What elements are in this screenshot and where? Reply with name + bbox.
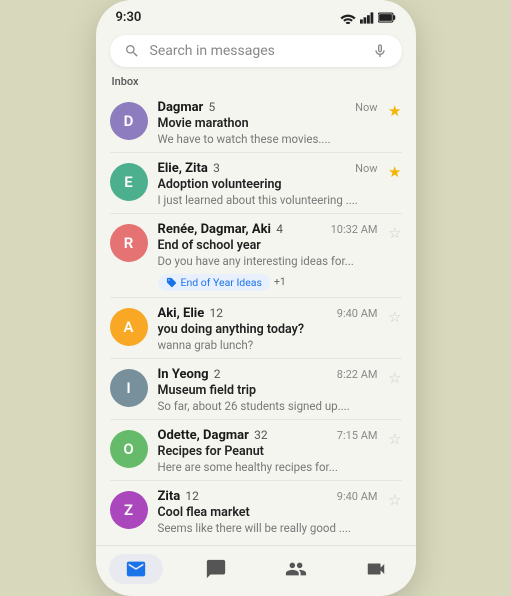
msg-subject-in-yeong: Museum field trip: [158, 383, 378, 398]
msg-preview-elie-zita: I just learned about this volunteering .…: [158, 193, 378, 207]
msg-sender-renee-dagmar-aki: Renée, Dagmar, Aki 4: [158, 222, 283, 237]
msg-count-elie-zita: 3: [213, 161, 220, 175]
spaces-icon: [285, 558, 307, 580]
star-icon-elie-zita[interactable]: ★: [388, 163, 401, 181]
msg-sender-aki-elie: Aki, Elie 12: [158, 306, 224, 321]
msg-content-elie-zita: Elie, Zita 3 Now Adoption volunteeringI ju…: [158, 161, 378, 207]
message-list: D Dagmar 5 Now Movie marathonWe have to wat…: [96, 92, 416, 541]
avatar-renee-dagmar-aki: R: [110, 224, 148, 262]
msg-preview-renee-dagmar-aki: Do you have any interesting ideas for...: [158, 254, 378, 268]
avatar-aki-elie: A: [110, 308, 148, 346]
message-item-in-yeong[interactable]: I In Yeong 2 8:22 AM Museum field tripSo fa…: [96, 359, 416, 419]
inbox-label: Inbox: [96, 75, 416, 92]
meet-icon: [365, 558, 387, 580]
star-icon-in-yeong[interactable]: ☆: [388, 369, 401, 387]
msg-content-odette-dagmar: Odette, Dagmar 32 7:15 AM Recipes for Pean…: [158, 428, 378, 474]
msg-count-odette-dagmar: 32: [254, 428, 268, 442]
msg-preview-dagmar: We have to watch these movies....: [158, 132, 378, 146]
msg-content-zita: Zita 12 9:40 AM Cool flea marketSeems like…: [158, 489, 378, 535]
phone-frame: 9:30 Sea: [96, 0, 416, 596]
mail-icon: [125, 558, 147, 580]
avatar-elie-zita: E: [110, 163, 148, 201]
message-item-dagmar[interactable]: D Dagmar 5 Now Movie marathonWe have to wat…: [96, 92, 416, 152]
msg-time-elie-zita: Now: [355, 162, 377, 175]
msg-chip-renee-dagmar-aki[interactable]: End of Year Ideas: [158, 274, 270, 291]
msg-preview-in-yeong: So far, about 26 students signed up....: [158, 399, 378, 413]
search-bar[interactable]: Search in messages: [110, 35, 402, 67]
msg-content-aki-elie: Aki, Elie 12 9:40 AM you doing anything to…: [158, 306, 378, 352]
bottom-nav: [96, 545, 416, 588]
msg-preview-odette-dagmar: Here are some healthy recipes for...: [158, 460, 378, 474]
msg-preview-zita: Seems like there will be really good ...…: [158, 521, 378, 535]
message-item-elie-zita[interactable]: E Elie, Zita 3 Now Adoption volunteeringI j…: [96, 153, 416, 213]
msg-time-odette-dagmar: 7:15 AM: [337, 429, 378, 442]
avatar-dagmar: D: [110, 102, 148, 140]
status-bar: 9:30: [96, 0, 416, 31]
status-icons: [340, 12, 396, 24]
msg-time-aki-elie: 9:40 AM: [337, 307, 378, 320]
msg-time-zita: 9:40 AM: [337, 490, 378, 503]
avatar-in-yeong: I: [110, 369, 148, 407]
msg-count-renee-dagmar-aki: 4: [276, 222, 283, 236]
msg-subject-renee-dagmar-aki: End of school year: [158, 238, 378, 253]
star-icon-aki-elie[interactable]: ☆: [388, 308, 401, 326]
msg-sender-elie-zita: Elie, Zita 3: [158, 161, 220, 176]
msg-content-dagmar: Dagmar 5 Now Movie marathonWe have to watc…: [158, 100, 378, 146]
msg-subject-zita: Cool flea market: [158, 505, 378, 520]
nav-item-meet[interactable]: [349, 554, 403, 584]
battery-icon: [378, 12, 396, 23]
msg-time-in-yeong: 8:22 AM: [337, 368, 378, 381]
nav-item-chat[interactable]: [189, 554, 243, 584]
search-icon: [124, 43, 140, 59]
signal-icon: [360, 12, 374, 24]
msg-count-dagmar: 5: [209, 100, 216, 114]
msg-count-zita: 12: [185, 489, 199, 503]
chat-icon: [205, 558, 227, 580]
msg-content-renee-dagmar-aki: Renée, Dagmar, Aki 4 10:32 AM End of schoo…: [158, 222, 378, 291]
avatar-zita: Z: [110, 491, 148, 529]
nav-item-spaces[interactable]: [269, 554, 323, 584]
star-icon-zita[interactable]: ☆: [388, 491, 401, 509]
star-icon-dagmar[interactable]: ★: [388, 102, 401, 120]
msg-sender-odette-dagmar: Odette, Dagmar 32: [158, 428, 268, 443]
msg-preview-aki-elie: wanna grab lunch?: [158, 338, 378, 352]
star-icon-odette-dagmar[interactable]: ☆: [388, 430, 401, 448]
search-placeholder-text: Search in messages: [150, 43, 372, 59]
message-item-odette-dagmar[interactable]: O Odette, Dagmar 32 7:15 AM Recipes for Pea…: [96, 420, 416, 480]
msg-subject-dagmar: Movie marathon: [158, 116, 378, 131]
star-icon-renee-dagmar-aki[interactable]: ☆: [388, 224, 401, 242]
mic-icon[interactable]: [372, 43, 388, 59]
nav-item-mail[interactable]: [109, 554, 163, 584]
msg-subject-odette-dagmar: Recipes for Peanut: [158, 444, 378, 459]
msg-content-in-yeong: In Yeong 2 8:22 AM Museum field tripSo far…: [158, 367, 378, 413]
msg-sender-dagmar: Dagmar 5: [158, 100, 216, 115]
avatar-odette-dagmar: O: [110, 430, 148, 468]
message-item-zita[interactable]: Z Zita 12 9:40 AM Cool flea marketSeems lik…: [96, 481, 416, 541]
msg-sender-zita: Zita 12: [158, 489, 199, 504]
msg-count-in-yeong: 2: [214, 367, 221, 381]
message-item-aki-elie[interactable]: A Aki, Elie 12 9:40 AM you doing anything t…: [96, 298, 416, 358]
status-time: 9:30: [116, 10, 142, 25]
chip-more-renee-dagmar-aki: +1: [274, 275, 286, 288]
msg-sender-in-yeong: In Yeong 2: [158, 367, 221, 382]
msg-count-aki-elie: 12: [210, 306, 224, 320]
msg-time-renee-dagmar-aki: 10:32 AM: [331, 223, 378, 236]
msg-time-dagmar: Now: [355, 101, 377, 114]
wifi-icon: [340, 12, 356, 24]
message-item-renee-dagmar-aki[interactable]: R Renée, Dagmar, Aki 4 10:32 AM End of scho…: [96, 214, 416, 297]
msg-subject-aki-elie: you doing anything today?: [158, 322, 378, 337]
msg-subject-elie-zita: Adoption volunteering: [158, 177, 378, 192]
